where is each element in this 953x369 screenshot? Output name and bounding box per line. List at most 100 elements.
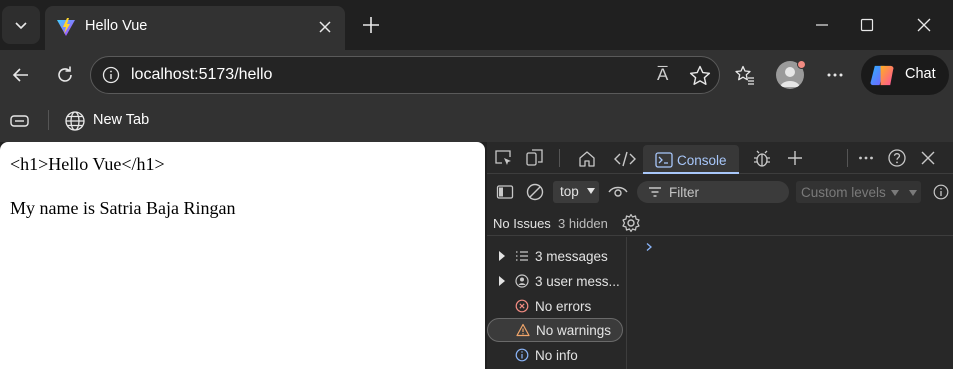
settings-more-button[interactable] (818, 58, 852, 92)
copilot-chat-label: Chat (905, 66, 936, 82)
error-icon (515, 299, 529, 313)
tab-title: Hello Vue (85, 18, 148, 34)
chevron-down-icon (15, 22, 27, 30)
debugger-tab[interactable] (750, 147, 774, 171)
console-sidebar: 3 messages 3 user mess... No errors No w… (487, 237, 627, 369)
home-icon (579, 151, 595, 167)
help-button[interactable] (885, 146, 909, 170)
active-tab-indicator (643, 172, 739, 174)
sidebar-item-errors[interactable]: No errors (487, 294, 623, 318)
tab-strip: Hello Vue (0, 0, 953, 50)
refresh-icon (58, 66, 72, 82)
console-icon (655, 152, 673, 168)
address-bar[interactable]: localhost:5173/hello A̅ (90, 56, 720, 94)
close-devtools-button[interactable] (916, 146, 940, 170)
tabs-icon (10, 115, 29, 127)
close-window-button[interactable] (902, 8, 946, 42)
globe-icon (65, 111, 85, 131)
sidebar-item-messages[interactable]: 3 messages (487, 244, 623, 268)
close-icon (917, 18, 931, 32)
console-settings-button[interactable] (619, 211, 643, 235)
minimize-icon (816, 24, 828, 26)
bug-icon (754, 150, 770, 167)
device-icon (526, 149, 543, 166)
refresh-button[interactable] (48, 58, 82, 92)
vite-favicon-icon (57, 18, 75, 36)
code-icon (614, 151, 636, 167)
navigation-toolbar: localhost:5173/hello A̅ Chat (0, 50, 953, 100)
toggle-sidebar-button[interactable] (493, 180, 517, 204)
issues-bar: No Issues 3 hidden (487, 208, 953, 236)
chevron-down-icon (909, 190, 917, 196)
sidebar-item-warnings[interactable]: No warnings (487, 318, 623, 342)
log-levels-select[interactable]: Custom levels (796, 181, 921, 203)
sidebar-item-info[interactable]: No info (487, 343, 623, 367)
site-info-icon[interactable] (102, 66, 120, 84)
info-icon (933, 184, 949, 200)
user-icon (515, 274, 529, 288)
console-toolbar: top Filter Custom levels (487, 175, 953, 207)
sidebar-icon (496, 185, 514, 199)
back-button[interactable] (4, 58, 38, 92)
plus-icon (363, 17, 379, 33)
sidebar-item-label: No info (535, 348, 578, 363)
console-prompt-icon[interactable] (644, 242, 654, 252)
console-tab-label: Console (677, 153, 727, 168)
welcome-tab[interactable] (575, 147, 599, 171)
chevron-down-icon (587, 188, 595, 194)
warning-icon (516, 323, 530, 337)
issues-count-label[interactable]: No Issues (493, 216, 551, 231)
devtools-separator (559, 149, 560, 167)
tab-actions-button[interactable] (3, 104, 37, 138)
hidden-issues-label[interactable]: 3 hidden (558, 216, 608, 231)
copilot-icon (870, 65, 894, 86)
console-settings-info-button[interactable] (929, 180, 953, 204)
sidebar-item-label: 3 user mess... (535, 274, 620, 289)
context-select[interactable]: top (553, 181, 599, 203)
read-aloud-icon[interactable]: A̅ (657, 65, 668, 85)
live-expression-button[interactable] (606, 180, 630, 204)
tab-actions-menu-button[interactable] (2, 6, 40, 44)
favorites-button[interactable] (728, 58, 762, 92)
page-heading-text: <h1>Hello Vue</h1> (10, 154, 165, 174)
clear-console-button[interactable] (523, 180, 547, 204)
gear-icon (622, 213, 640, 233)
chevron-down-icon (891, 190, 899, 196)
minimize-button[interactable] (800, 8, 844, 42)
new-tab-button[interactable] (356, 10, 386, 40)
devtools-tab-bar: Console (487, 142, 953, 174)
expand-triangle-icon[interactable] (499, 251, 505, 261)
plus-icon (788, 151, 802, 165)
elements-tab[interactable] (613, 147, 637, 171)
more-tools-button[interactable] (783, 146, 807, 170)
close-icon (319, 21, 331, 33)
devtools-panel: Console top Filter Custom levels No Issu… (487, 142, 953, 369)
page-paragraph-text: My name is Satria Baja Ringan (10, 198, 236, 218)
inspect-element-button[interactable] (491, 146, 515, 170)
customize-devtools-button[interactable] (854, 146, 878, 170)
expand-triangle-icon[interactable] (499, 276, 505, 286)
sidebar-item-user-messages[interactable]: 3 user mess... (487, 269, 623, 293)
address-url[interactable]: localhost:5173/hello (131, 66, 272, 84)
sidebar-item-label: No errors (535, 299, 592, 314)
favorite-star-icon[interactable] (688, 64, 712, 88)
filter-input[interactable]: Filter (637, 181, 789, 203)
profile-notification-dot (797, 60, 806, 69)
filter-placeholder: Filter (669, 185, 699, 200)
maximize-icon (860, 18, 874, 32)
console-tab[interactable]: Console (643, 145, 739, 174)
tab-close-button[interactable] (314, 16, 336, 38)
clear-icon (526, 183, 544, 201)
inspect-cursor-icon (495, 150, 511, 165)
maximize-button[interactable] (845, 8, 889, 42)
help-icon (888, 149, 906, 167)
filter-icon (649, 187, 661, 197)
tab-hello-vue[interactable]: Hello Vue (45, 6, 345, 50)
page-viewport: <h1>Hello Vue</h1> My name is Satria Baj… (0, 142, 485, 369)
more-horizontal-icon (859, 156, 873, 160)
device-emulation-button[interactable] (523, 146, 547, 170)
favorite-new-tab-label[interactable]: New Tab (93, 112, 149, 128)
copilot-chat-button[interactable]: Chat (861, 55, 949, 95)
sidebar-item-label: 3 messages (535, 249, 608, 264)
more-horizontal-icon (827, 73, 843, 77)
